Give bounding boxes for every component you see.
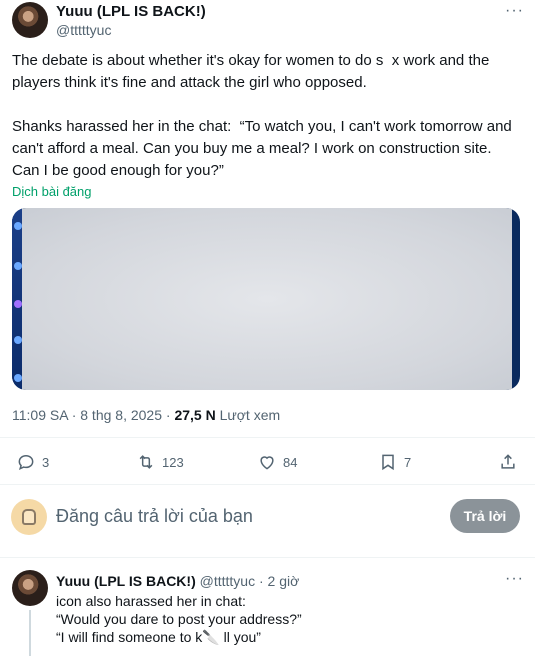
like-button[interactable]: 84 [257, 452, 297, 472]
like-count: 84 [283, 454, 298, 470]
repost-button[interactable]: 123 [136, 452, 184, 472]
author-handle[interactable]: @tttttyuc [56, 22, 111, 38]
share-icon [501, 454, 515, 469]
user-avatar-icon [22, 509, 36, 525]
reply-icon [18, 454, 34, 471]
reply-count: 3 [42, 454, 50, 470]
reply-header: Yuuu (LPL IS BACK!) @tttttyuc · 2 giờ [56, 573, 299, 589]
reply-line: “Would you dare to post your address?” [56, 611, 302, 627]
tweet-media[interactable] [12, 208, 520, 390]
composer-avatar [11, 499, 47, 535]
submit-reply-button[interactable]: Trả lời [450, 499, 520, 533]
media-dot [14, 262, 22, 270]
divider [0, 437, 535, 438]
reply-separator: · [258, 573, 264, 589]
heart-icon [260, 456, 274, 470]
share-button[interactable] [498, 452, 518, 472]
reply-text: icon also harassed her in chat: “Would y… [56, 592, 302, 646]
divider [0, 557, 535, 558]
views-label: Lượt xem [219, 407, 281, 423]
repost-count: 123 [162, 454, 184, 470]
divider [0, 484, 535, 485]
media-left-strip [12, 208, 22, 390]
tweet-time[interactable]: 11:09 SA [12, 407, 68, 423]
views-count: 27,5 N [174, 407, 216, 423]
media-dot [14, 222, 22, 230]
author-name[interactable]: Yuuu (LPL IS BACK!) [56, 3, 206, 20]
media-dot [14, 300, 22, 308]
reply-author-handle[interactable]: @tttttyuc [200, 573, 255, 589]
thread-line [29, 610, 31, 656]
bookmark-count: 7 [404, 454, 412, 470]
reply-line: “I will find someone to k🔪 ll you” [56, 629, 261, 645]
media-blurred-area [22, 208, 512, 390]
media-dot [14, 336, 22, 344]
reply-input[interactable]: Đăng câu trả lời của bạn [56, 506, 253, 527]
tweet-text: The debate is about whether it's okay fo… [12, 52, 512, 179]
bookmark-icon [382, 454, 394, 471]
more-options-icon[interactable]: ··· [505, 2, 524, 20]
reply-more-options-icon[interactable]: ··· [505, 570, 524, 588]
reply-time[interactable]: 2 giờ [268, 573, 300, 589]
author-avatar[interactable] [12, 2, 48, 38]
media-dot [14, 374, 22, 382]
reply-author-name[interactable]: Yuuu (LPL IS BACK!) [56, 573, 196, 589]
reply-line: icon also harassed her in chat: [56, 593, 246, 609]
bookmark-button[interactable]: 7 [378, 452, 411, 472]
translate-post-link[interactable]: Dịch bài đăng [12, 184, 92, 199]
repost-icon [139, 455, 153, 469]
reply-button[interactable]: 3 [16, 452, 49, 472]
tweet-meta: 11:09 SA · 8 thg 8, 2025 · 27,5 N Lượt x… [12, 407, 281, 423]
reply-author-avatar[interactable] [12, 570, 48, 606]
tweet-date[interactable]: 8 thg 8, 2025 [80, 407, 162, 423]
